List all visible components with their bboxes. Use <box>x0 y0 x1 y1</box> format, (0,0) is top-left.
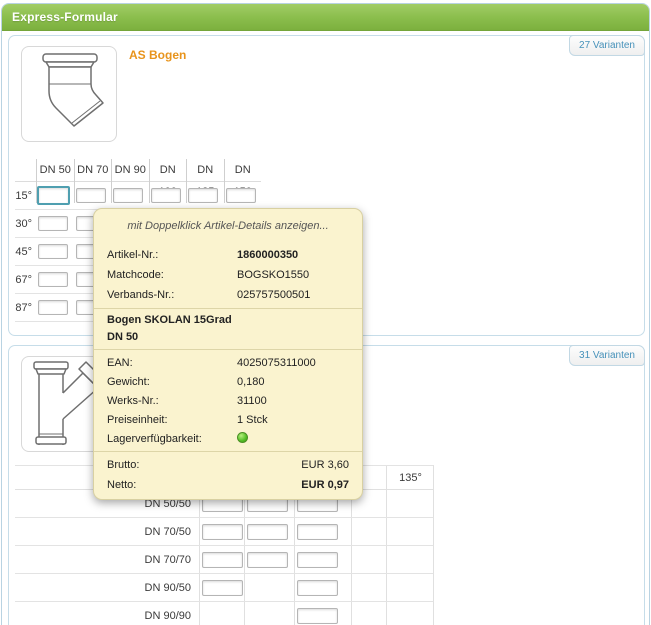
field-brutto: Brutto: EUR 3,60 <box>107 455 349 475</box>
qty-input-30-dn50[interactable] <box>38 216 68 231</box>
window-titlebar: Express-Formular <box>2 4 649 31</box>
qty-input-dn9050-c1[interactable] <box>202 579 243 596</box>
field-value: 025757500501 <box>237 289 311 301</box>
row-label: DN 90/90 <box>144 609 191 622</box>
table-row-dn9050: DN 90/50 <box>15 574 434 602</box>
field-value: 1 Stck <box>237 413 268 426</box>
field-label: Netto: <box>107 479 137 491</box>
tooltip-divider <box>94 349 362 350</box>
variants-badge-bogen[interactable]: 27 Varianten <box>569 35 645 56</box>
row-label: 30° <box>15 217 32 230</box>
qty-input-15-dn70[interactable] <box>75 188 106 203</box>
qty-input-67-dn50[interactable] <box>38 272 68 287</box>
page-title: Express-Formular <box>12 10 118 24</box>
field-value: 1860000350 <box>237 249 299 261</box>
qty-input-15-dn125[interactable] <box>188 188 218 203</box>
qty-input-45-dn50[interactable] <box>38 244 68 259</box>
row-label: DN 70/70 <box>144 553 191 566</box>
row-label: 45° <box>15 245 32 258</box>
field-value: 4025075311000 <box>237 356 316 369</box>
table-header-row: DN 50 DN 70 DN 90 DN 100 DN 125 DN 150 <box>15 159 261 203</box>
qty-input-dn9090-c3[interactable] <box>297 607 338 624</box>
table-row-dn7070: DN 70/70 <box>15 546 434 574</box>
table-row-dn9090: DN 90/90 <box>15 602 434 625</box>
tooltip-product-name: Bogen SKOLAN 15Grad <box>107 314 232 326</box>
tooltip-divider <box>94 308 362 309</box>
variants-badge-label: 31 Varianten <box>579 350 635 361</box>
field-label: Lagerverfügbarkeit: <box>107 432 202 445</box>
row-label: 15° <box>15 189 32 202</box>
qty-input-15-dn150[interactable] <box>225 188 256 203</box>
field-lagerverfuegbarkeit: Lagerverfügbarkeit: <box>107 429 349 448</box>
qty-input-dn7070-c3[interactable] <box>297 551 338 568</box>
product-image-bogen[interactable] <box>21 46 117 142</box>
field-label: Matchcode: <box>107 269 164 281</box>
row-label: 67° <box>15 273 32 286</box>
pipe-bend-drawing <box>42 53 104 127</box>
availability-status-dot <box>237 431 248 443</box>
field-werks-nr: Werks-Nr.: 31100 <box>107 391 349 410</box>
tooltip-divider <box>94 451 362 452</box>
row-label: DN 70/50 <box>144 525 191 538</box>
field-label: Artikel-Nr.: <box>107 249 159 261</box>
row-label: 87° <box>15 301 32 314</box>
qty-input-dn9050-c3[interactable] <box>297 579 338 596</box>
qty-input-15-dn100[interactable] <box>150 188 181 203</box>
row-label: DN 90/50 <box>144 581 191 594</box>
qty-input-87-dn50[interactable] <box>38 300 68 315</box>
tooltip-product-dn: DN 50 <box>107 331 139 343</box>
qty-input-dn7070-c1[interactable] <box>202 551 243 568</box>
field-value <box>237 431 349 446</box>
qty-input-15-dn50[interactable] <box>37 186 70 205</box>
field-netto: Netto: EUR 0,97 <box>107 475 349 495</box>
field-value: BOGSKO1550 <box>237 269 310 281</box>
field-label: Werks-Nr.: <box>107 394 159 407</box>
field-label: Verbands-Nr.: <box>107 289 175 301</box>
field-verbands-nr: Verbands-Nr.: 025757500501 <box>107 285 349 305</box>
field-artikel-nr: Artikel-Nr.: 1860000350 <box>107 245 349 265</box>
field-label: Preiseinheit: <box>107 413 168 426</box>
field-value: EUR 0,97 <box>301 479 349 491</box>
qty-input-dn7050-c1[interactable] <box>202 523 243 540</box>
field-label: Brutto: <box>107 459 140 471</box>
qty-input-dn7070-c2[interactable] <box>247 551 288 568</box>
field-value: 0,180 <box>237 375 265 388</box>
field-label: EAN: <box>107 356 133 369</box>
qty-input-dn7050-c2[interactable] <box>247 523 288 540</box>
product-title-bogen[interactable]: AS Bogen <box>129 48 186 62</box>
tooltip-hint: mit Doppelklick Artikel-Details anzeigen… <box>127 220 329 232</box>
field-value: 31100 <box>237 394 267 407</box>
field-matchcode: Matchcode: BOGSKO1550 <box>107 265 349 285</box>
variants-badge-label: 27 Varianten <box>579 40 635 51</box>
field-label: Gewicht: <box>107 375 150 388</box>
col-header-135deg: 135° <box>386 466 434 490</box>
article-details-tooltip: mit Doppelklick Artikel-Details anzeigen… <box>93 208 363 500</box>
field-ean: EAN: 4025075311000 <box>107 353 349 372</box>
qty-input-dn7050-c3[interactable] <box>297 523 338 540</box>
table-row-dn7050: DN 70/50 <box>15 518 434 546</box>
field-gewicht: Gewicht: 0,180 <box>107 372 349 391</box>
field-preiseinheit: Preiseinheit: 1 Stck <box>107 410 349 429</box>
qty-input-15-dn90[interactable] <box>113 188 143 203</box>
variants-badge-abzweig[interactable]: 31 Varianten <box>569 345 645 366</box>
field-value: EUR 3,60 <box>301 459 349 471</box>
